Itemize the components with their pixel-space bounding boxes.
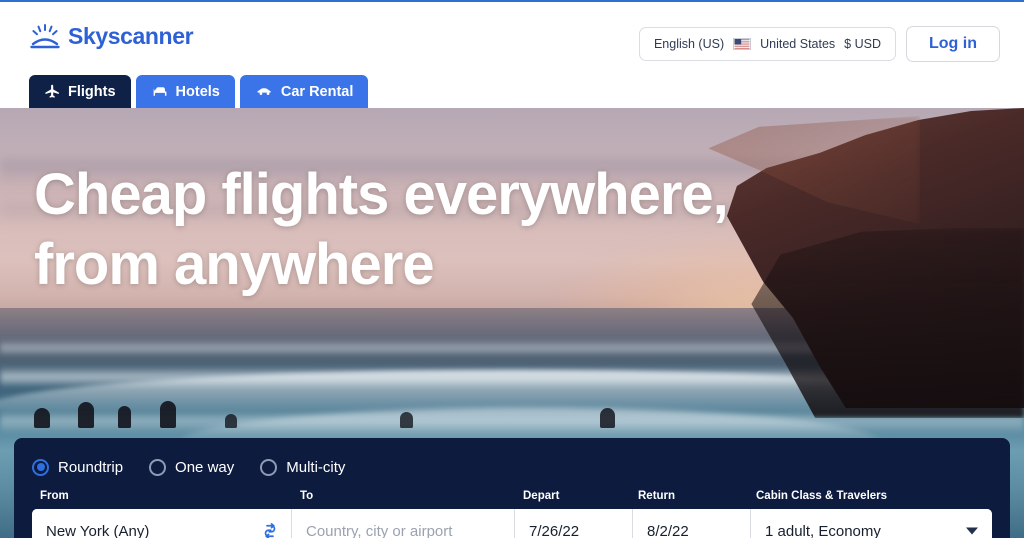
cabin-class-value: 1 adult, Economy [765,522,881,538]
login-button[interactable]: Log in [906,26,1000,62]
hero-headline: Cheap flights everywhere, from anywhere [34,162,729,297]
bed-icon [153,87,166,96]
depart-date-value: 7/26/22 [529,522,580,538]
label-from: From [40,490,69,502]
locale-selector[interactable]: English (US) United States $ USD [638,27,896,61]
label-to: To [300,490,314,502]
origin-input[interactable]: New York (Any) [32,509,292,538]
brand-name: Skyscanner [68,23,194,49]
trip-type-multi-city[interactable]: Multi-city [260,458,346,476]
site-header: Skyscanner Help English (US) United Stat… [0,2,1024,108]
tab-flights-label: Flights [68,83,116,100]
primary-nav-tabs: Flights Hotels Car Rental [29,75,369,108]
skyscanner-homepage: Skyscanner Help English (US) United Stat… [0,0,1024,538]
trip-type-multi-city-label: Multi-city [286,458,346,476]
radio-one-way-icon[interactable] [149,458,167,476]
locale-language: English (US) [653,37,725,51]
label-cabin-class: Cabin Class & Travelers [756,490,888,502]
search-fields-row: New York (Any) Country, city or airport [32,509,992,538]
depart-date-input[interactable]: 7/26/22 [515,509,633,538]
tab-hotels[interactable]: Hotels [135,75,235,108]
swap-origin-destination-button[interactable] [259,520,281,538]
trip-type-group: Roundtrip One way Multi-city [32,454,992,480]
us-flag-icon [733,38,752,50]
destination-input[interactable]: Country, city or airport [292,509,515,538]
trip-type-roundtrip[interactable]: Roundtrip [32,458,124,476]
swap-arrows-icon [264,523,276,538]
brand-logo[interactable]: Skyscanner [30,23,194,50]
chevron-down-icon [966,527,978,535]
locale-country: United States [760,37,836,51]
flight-search-panel: Roundtrip One way Multi-city From To Dep… [14,438,1010,538]
radio-roundtrip-icon[interactable] [32,458,49,476]
hero-people-silhouettes [0,392,615,428]
return-date-value: 8/2/22 [647,522,689,538]
sunrise-icon [30,23,60,48]
trip-type-one-way[interactable]: One way [149,458,235,476]
airplane-icon [45,84,59,98]
tab-car-rental[interactable]: Car Rental [239,75,369,108]
label-return: Return [638,490,676,502]
radio-multi-city-icon[interactable] [260,458,278,476]
trip-type-one-way-label: One way [175,458,235,476]
tab-hotels-label: Hotels [175,83,220,100]
label-depart: Depart [523,490,560,502]
locale-currency: $ USD [844,37,881,51]
field-label-row: From To Depart Return Cabin Class & Trav… [32,490,992,506]
trip-type-roundtrip-label: Roundtrip [58,458,124,476]
car-icon [257,88,271,95]
hero-section: Cheap flights everywhere, from anywhere … [0,108,1024,538]
destination-placeholder: Country, city or airport [306,522,453,538]
origin-value: New York (Any) [46,522,150,538]
return-date-input[interactable]: 8/2/22 [633,509,751,538]
tab-flights[interactable]: Flights [29,75,131,108]
tab-car-rental-label: Car Rental [280,83,354,100]
cabin-class-travelers-select[interactable]: 1 adult, Economy [751,509,992,538]
